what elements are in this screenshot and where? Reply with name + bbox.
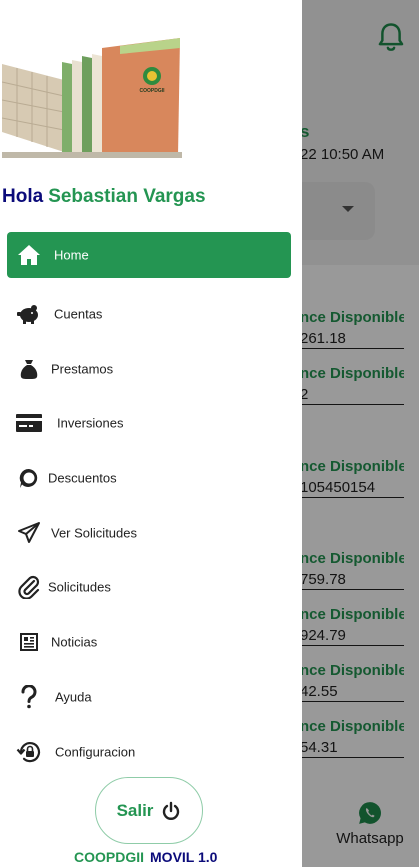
app-version: MOVIL 1.0 [150,849,218,865]
credit-card-icon [14,410,44,436]
piggy-bank-icon [16,301,42,327]
power-icon [163,801,180,820]
greeting-hello: Hola [2,186,44,207]
lock-reset-icon [16,739,42,765]
menu-item-label: Ver Solicitudes [51,525,137,541]
menu-item-label: Prestamos [51,361,114,377]
menu-item-label: Home [54,247,89,263]
menu-item-label: Noticias [51,634,98,650]
menu-item-label: Inversiones [57,415,124,431]
menu-item-configuracion[interactable]: Configuracion [0,724,302,779]
menu-item-label: Solicitudes [48,579,111,595]
menu-item-noticias[interactable]: Noticias [0,615,302,670]
home-icon [16,242,42,268]
menu-item-descuentos[interactable]: Descuentos [0,451,302,506]
menu-item-label: Ayuda [55,689,92,705]
menu-item-ver-solicitudes[interactable]: Ver Solicitudes [0,505,302,560]
menu-item-ayuda[interactable]: Ayuda [0,670,302,725]
menu-item-prestamos[interactable]: Prestamos [0,341,302,396]
app-name: COOPDGII [74,849,145,865]
user-name: Sebastian Vargas [48,186,206,207]
app-version-footer: COOPDGII MOVIL 1.0 [74,849,217,865]
money-bag-icon [16,356,42,382]
logout-button[interactable]: Salir [95,777,203,844]
send-icon [16,520,42,546]
newspaper-icon [16,629,42,655]
menu-item-label: Descuentos [48,470,117,486]
question-icon [16,684,42,710]
headquarters-logo: COOPDGII [2,38,182,158]
logout-label: Salir [116,800,154,820]
menu-item-home[interactable]: Home [0,232,302,287]
greeting: Hola Sebastian Vargas [2,186,206,208]
navigation-drawer: COOPDGII Hola Sebastian Vargas Home Cuen… [0,0,302,867]
active-highlight [7,232,291,278]
menu-item-cuentas[interactable]: Cuentas [0,287,302,342]
menu-item-solicitudes[interactable]: Solicitudes [0,560,302,615]
logo-text: COOPDGII [139,88,165,94]
paperclip-icon [16,574,42,600]
drawer-menu: Home Cuentas Prestamos Inversiones Descu… [0,232,302,779]
menu-item-label: Cuentas [54,306,103,322]
menu-item-inversiones[interactable]: Inversiones [0,396,302,451]
chat-bubble-icon [16,465,42,491]
menu-item-label: Configuracion [55,744,136,760]
